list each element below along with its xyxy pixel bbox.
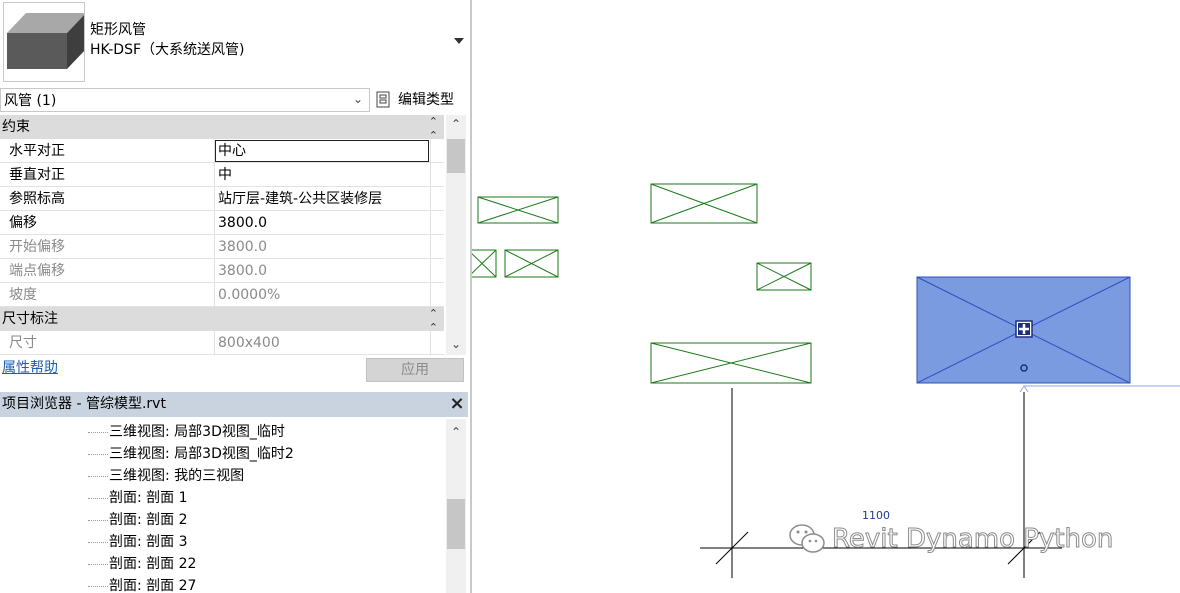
duct-section[interactable]	[756, 262, 812, 291]
properties-grid: 约束 ⌃ ⌃ 水平对正 中心 垂直对正 中 参照标高 站厅层-建筑-公共区装修层 …	[0, 115, 444, 355]
type-name: 矩形风管	[90, 22, 146, 38]
properties-scrollbar[interactable]: ⌃ ⌄	[446, 115, 466, 355]
alignment-arrow-icon	[1019, 385, 1029, 393]
group-constraints[interactable]: 约束 ⌃ ⌃	[0, 115, 444, 142]
property-value[interactable]: 中心	[218, 141, 246, 161]
property-row: 开始偏移 3800.0	[0, 235, 444, 259]
family-type-name: HK-DSF（大系统送风管)	[90, 42, 245, 58]
project-browser-tree: 三维视图: 局部3D视图_临时 三维视图: 局部3D视图_临时2 三维视图: 我…	[0, 419, 446, 593]
tree-item-label: 三维视图: 局部3D视图_临时	[109, 424, 285, 440]
scroll-thumb[interactable]	[447, 499, 465, 549]
tree-item-label: 剖面: 剖面 27	[109, 578, 197, 593]
property-name: 参照标高	[9, 191, 65, 207]
duct-section[interactable]	[477, 196, 559, 224]
selection-filter-label: 风管 (1)	[4, 93, 57, 109]
edit-type-icon	[376, 91, 390, 108]
scroll-thumb[interactable]	[447, 139, 465, 173]
property-name: 偏移	[9, 215, 37, 231]
property-row[interactable]: 水平对正 中心	[0, 139, 444, 163]
property-name: 端点偏移	[9, 263, 65, 279]
property-value: 0.0000%	[218, 287, 281, 303]
property-name: 水平对正	[9, 143, 65, 159]
group-label: 尺寸标注	[2, 311, 58, 327]
chevron-down-icon[interactable]: ⌄	[351, 92, 365, 106]
property-value: 800x400	[218, 335, 280, 351]
duct-section[interactable]	[472, 249, 497, 278]
close-icon[interactable]: ×	[448, 393, 466, 415]
duct-type-thumbnail	[3, 2, 86, 82]
scroll-up-icon[interactable]: ⌃	[446, 425, 466, 439]
tree-item-label: 剖面: 剖面 3	[109, 534, 188, 550]
project-browser-scrollbar[interactable]: ⌃	[446, 419, 466, 593]
selection-filter-dropdown[interactable]: 风管 (1) ⌄	[0, 88, 370, 112]
property-row: 端点偏移 3800.0	[0, 259, 444, 283]
property-name: 垂直对正	[9, 167, 65, 183]
property-name: 尺寸	[9, 335, 37, 351]
project-browser-header: 项目浏览器 - 管综模型.rvt ×	[0, 392, 468, 417]
property-name: 开始偏移	[9, 239, 65, 255]
tree-item-label: 剖面: 剖面 22	[109, 556, 197, 572]
property-row[interactable]: 参照标高 站厅层-建筑-公共区装修层	[0, 187, 444, 211]
property-row: 尺寸 800x400	[0, 331, 444, 355]
property-value[interactable]: 3800.0	[218, 213, 267, 233]
tree-item-label: 三维视图: 我的三视图	[109, 468, 245, 484]
move-grip-icon[interactable]	[1015, 320, 1033, 338]
scroll-up-icon[interactable]: ⌃	[446, 117, 466, 131]
property-value[interactable]: 中	[218, 165, 232, 185]
duct-section[interactable]	[650, 342, 812, 384]
tree-item-label: 剖面: 剖面 2	[109, 512, 188, 528]
property-value[interactable]: 站厅层-建筑-公共区装修层	[218, 189, 382, 209]
group-dimensions[interactable]: 尺寸标注 ⌃ ⌃	[0, 307, 444, 334]
duct-section[interactable]	[504, 249, 559, 278]
dimension-value[interactable]: 1100	[862, 509, 890, 523]
type-dropdown-icon[interactable]	[454, 38, 464, 44]
properties-help-link[interactable]: 属性帮助	[2, 358, 58, 378]
project-browser-title: 项目浏览器 - 管综模型.rvt	[2, 396, 166, 412]
apply-button[interactable]: 应用	[366, 358, 464, 382]
properties-panel: 矩形风管 HK-DSF（大系统送风管) 风管 (1) ⌄ 编辑类型 约束 ⌃ ⌃ …	[0, 0, 472, 593]
group-label: 约束	[2, 119, 30, 135]
edit-type-button[interactable]: 编辑类型	[374, 88, 468, 112]
duct-section[interactable]	[650, 183, 758, 224]
scroll-down-icon[interactable]: ⌄	[446, 337, 466, 351]
wechat-logo-icon	[789, 524, 825, 553]
watermark-text: Revit Dynamo Python	[831, 524, 1114, 555]
property-value: 3800.0	[218, 263, 267, 279]
drawing-canvas[interactable]: 1100 Revit Dynamo Python	[472, 0, 1180, 593]
tree-item-label: 三维视图: 局部3D视图_临时2	[109, 446, 294, 462]
property-value-editor[interactable]	[215, 140, 429, 162]
tree-item-label: 剖面: 剖面 1	[109, 490, 188, 506]
property-value: 3800.0	[218, 239, 267, 255]
property-row[interactable]: 偏移 3800.0	[0, 211, 444, 235]
property-row: 坡度 0.0000%	[0, 283, 444, 307]
property-name: 坡度	[9, 287, 37, 303]
edit-type-label: 编辑类型	[398, 92, 454, 108]
property-row[interactable]: 垂直对正 中	[0, 163, 444, 187]
